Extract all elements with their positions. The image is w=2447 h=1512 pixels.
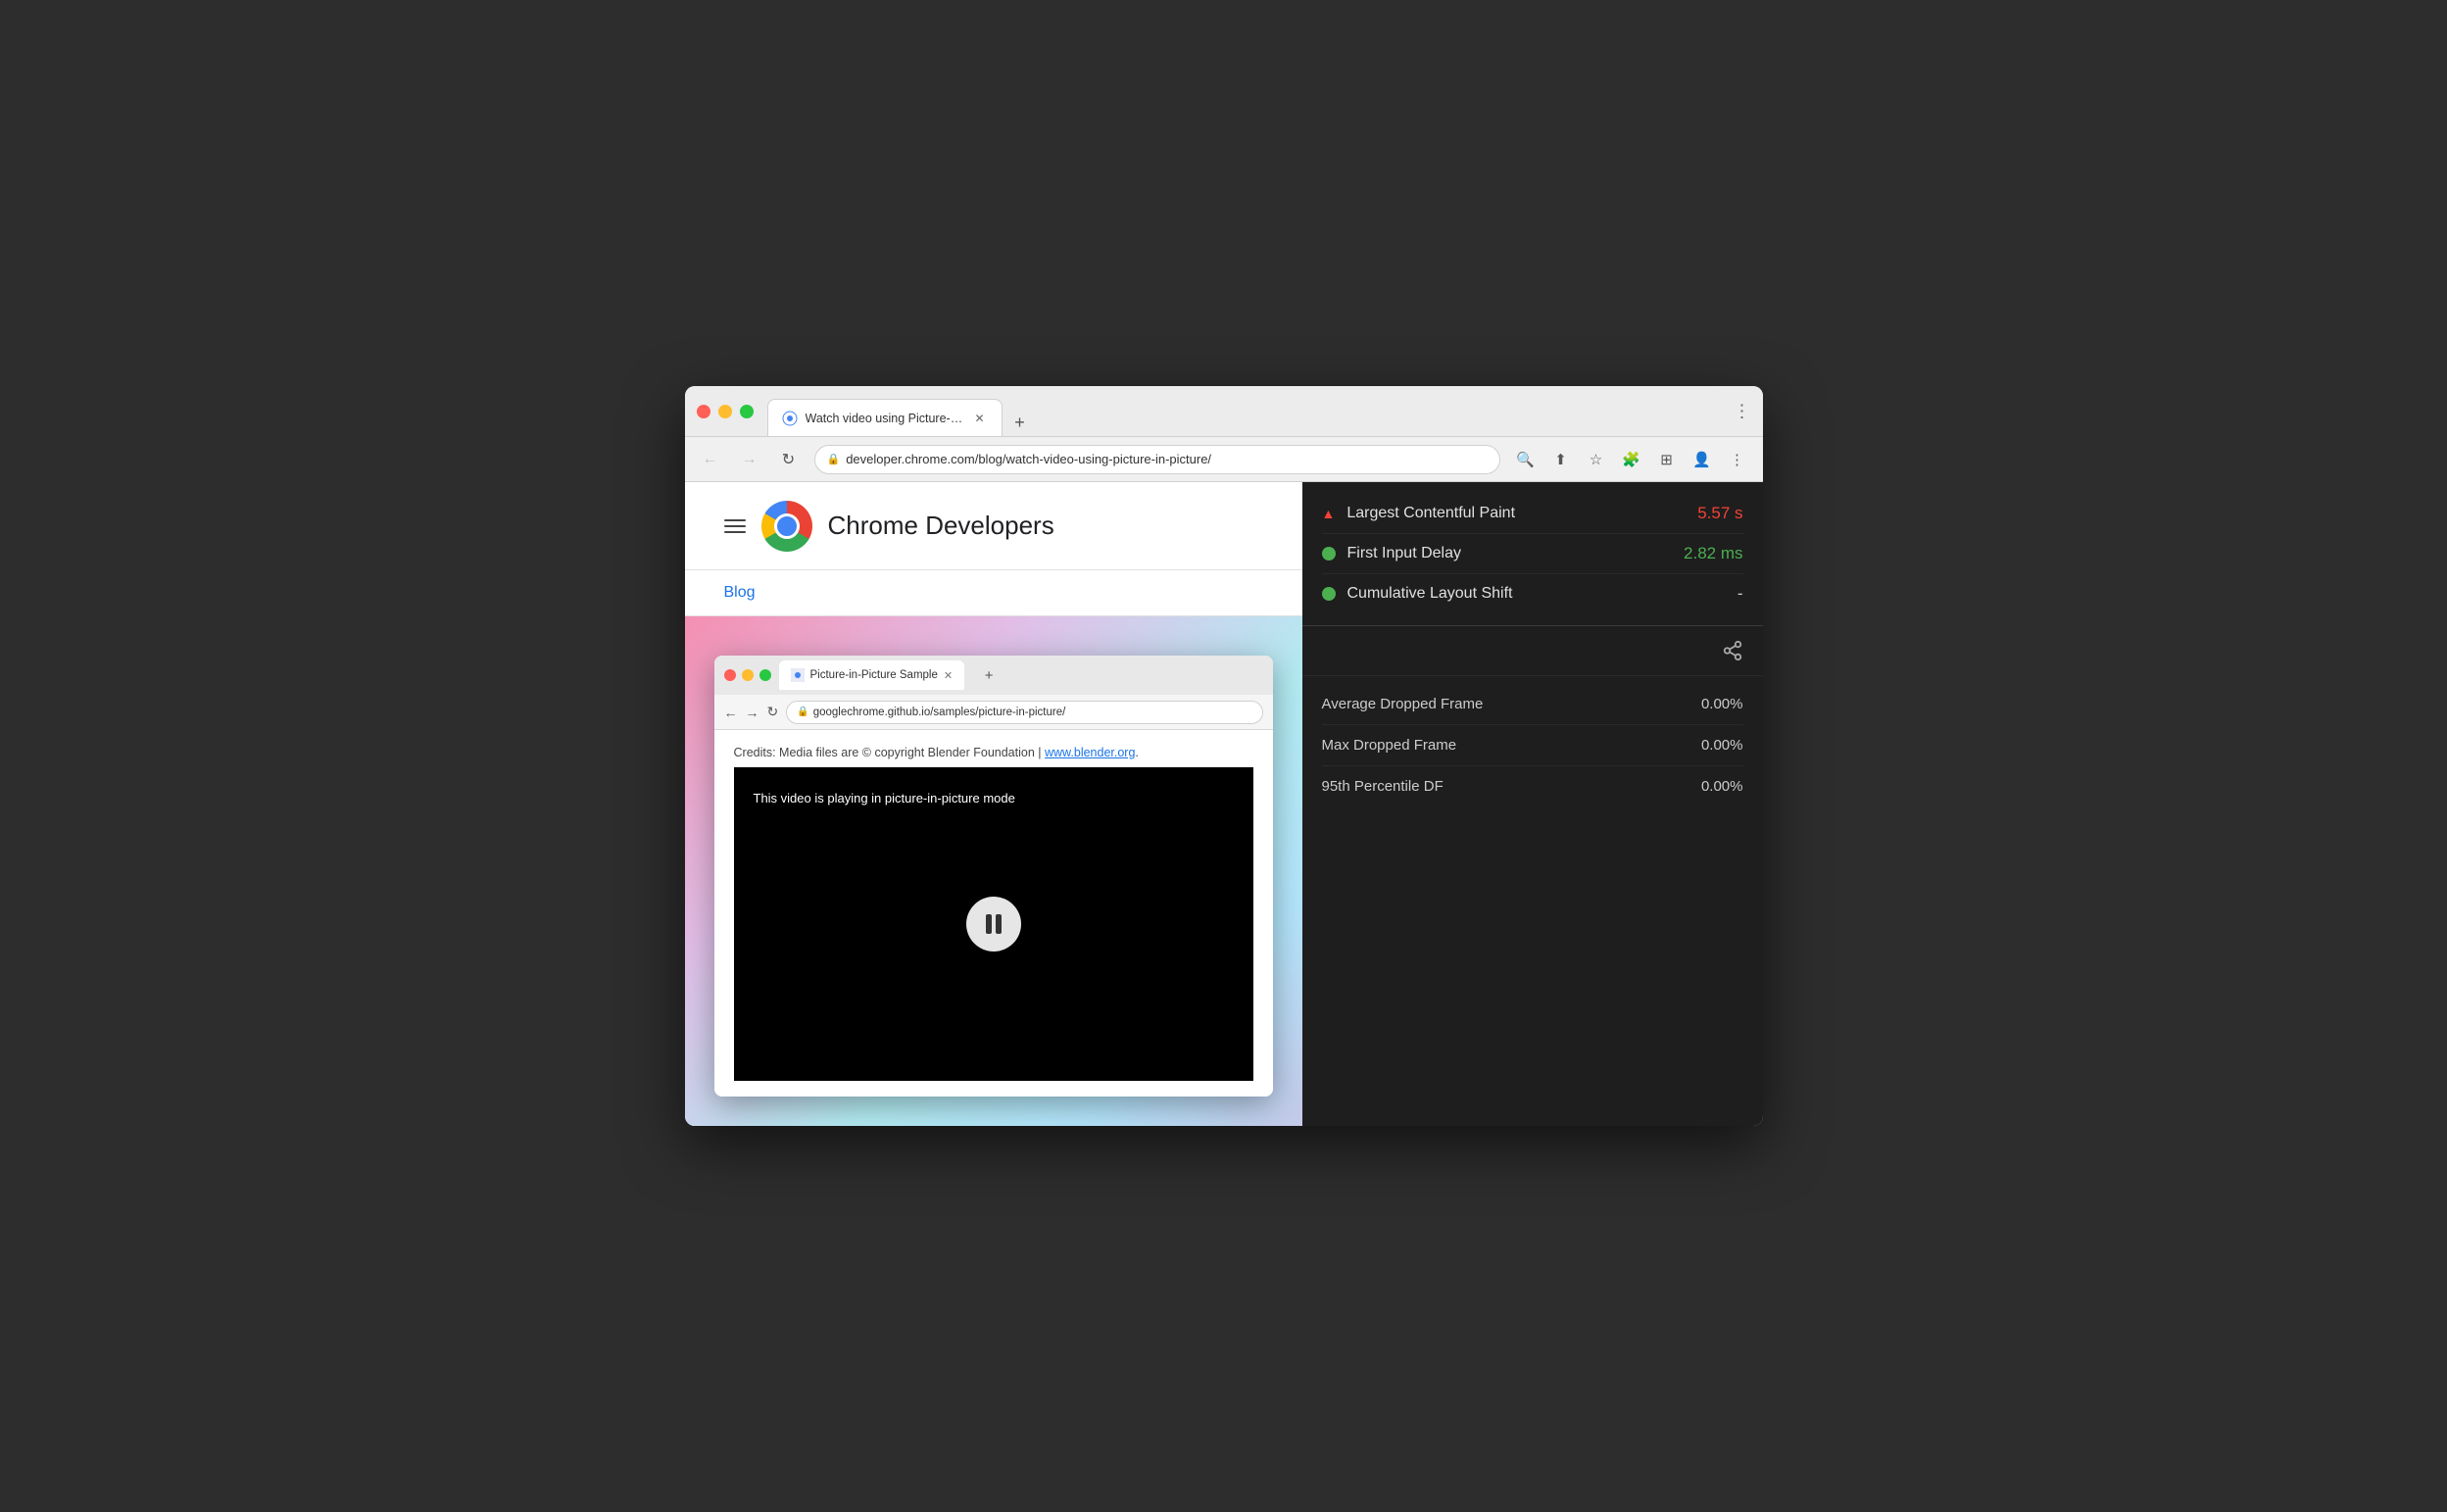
pause-button[interactable] bbox=[966, 897, 1021, 951]
cls-indicator-dot bbox=[1322, 587, 1336, 601]
site-header: Chrome Developers bbox=[685, 482, 1302, 570]
search-icon[interactable]: 🔍 bbox=[1512, 446, 1540, 473]
extensions-icon[interactable]: 🧩 bbox=[1618, 446, 1645, 473]
more-options-icon[interactable]: ⋮ bbox=[1724, 446, 1751, 473]
cls-metric-name: Cumulative Layout Shift bbox=[1347, 585, 1726, 603]
video-caption: This video is playing in picture-in-pict… bbox=[754, 791, 1015, 805]
fid-metric-value: 2.82 ms bbox=[1684, 544, 1742, 563]
site-name: Chrome Developers bbox=[828, 511, 1054, 541]
inner-traffic-lights bbox=[724, 669, 771, 681]
avg-dropped-frame-label: Average Dropped Frame bbox=[1322, 696, 1484, 712]
profile-avatar[interactable]: 👤 bbox=[1688, 446, 1716, 473]
inner-tab-favicon-icon bbox=[791, 668, 805, 682]
close-traffic-light[interactable] bbox=[697, 405, 710, 418]
forward-button[interactable]: → bbox=[736, 446, 763, 473]
sidebar-toggle-icon[interactable]: ⊞ bbox=[1653, 446, 1681, 473]
tab-title: Watch video using Picture-in-P bbox=[806, 412, 964, 425]
blog-link-area: Blog bbox=[685, 570, 1302, 616]
fid-metric-name: First Input Delay bbox=[1347, 545, 1673, 562]
inner-tab-title: Picture-in-Picture Sample bbox=[810, 669, 938, 681]
url-bar[interactable]: 🔒 developer.chrome.com/blog/watch-video-… bbox=[814, 445, 1500, 474]
inner-title-bar: Picture-in-Picture Sample ✕ + bbox=[714, 656, 1273, 695]
inner-lock-icon: 🔒 bbox=[797, 707, 808, 717]
p95-dropped-frame-label: 95th Percentile DF bbox=[1322, 778, 1444, 795]
chrome-logo-icon bbox=[761, 501, 812, 552]
cls-metric-value: - bbox=[1737, 584, 1743, 604]
lcp-warning-icon: ▲ bbox=[1322, 506, 1336, 521]
inner-address-bar: ← → ↻ 🔒 googlechrome.github.io/samples/p… bbox=[714, 695, 1273, 730]
refresh-button[interactable]: ↻ bbox=[775, 446, 803, 473]
hero-area: Picture-in-Picture Sample ✕ + ← → ↻ 🔒 go… bbox=[685, 616, 1302, 1126]
share-icon[interactable]: ⬆ bbox=[1547, 446, 1575, 473]
maximize-traffic-light[interactable] bbox=[740, 405, 754, 418]
address-bar-actions: 🔍 ⬆ ☆ 🧩 ⊞ 👤 ⋮ bbox=[1512, 446, 1751, 473]
url-text: developer.chrome.com/blog/watch-video-us… bbox=[846, 452, 1487, 466]
minimize-traffic-light[interactable] bbox=[718, 405, 732, 418]
inner-credits-text: Credits: Media files are © copyright Ble… bbox=[734, 746, 1253, 759]
lcp-metric-row: ▲ Largest Contentful Paint 5.57 s bbox=[1322, 494, 1743, 534]
avg-dropped-frame-row: Average Dropped Frame 0.00% bbox=[1322, 684, 1743, 725]
tabs-area: Watch video using Picture-in-P ✕ + bbox=[767, 386, 1751, 436]
pause-icon bbox=[986, 914, 1002, 934]
inner-close-light[interactable] bbox=[724, 669, 736, 681]
title-bar-more-button[interactable]: ⋮ bbox=[1734, 401, 1751, 421]
max-dropped-frame-label: Max Dropped Frame bbox=[1322, 737, 1457, 754]
share-icon[interactable] bbox=[1722, 640, 1743, 661]
tab-close-button[interactable]: ✕ bbox=[972, 411, 988, 426]
perf-stats-section: Average Dropped Frame 0.00% Max Dropped … bbox=[1302, 676, 1763, 814]
max-dropped-frame-value: 0.00% bbox=[1701, 737, 1743, 754]
hamburger-menu-button[interactable] bbox=[724, 519, 746, 533]
video-player[interactable]: This video is playing in picture-in-pict… bbox=[734, 767, 1253, 1081]
inner-maximize-light[interactable] bbox=[759, 669, 771, 681]
lcp-metric-value: 5.57 s bbox=[1697, 504, 1742, 523]
inner-url-bar[interactable]: 🔒 googlechrome.github.io/samples/picture… bbox=[786, 701, 1262, 724]
site-content: Chrome Developers Blog bbox=[685, 482, 1302, 1126]
performance-overlay: ▲ Largest Contentful Paint 5.57 s First … bbox=[1302, 482, 1763, 1126]
avg-dropped-frame-value: 0.00% bbox=[1701, 696, 1743, 712]
tab-favicon-icon bbox=[782, 411, 798, 426]
fid-indicator-dot bbox=[1322, 547, 1336, 561]
inner-tab-close-button[interactable]: ✕ bbox=[944, 669, 953, 682]
share-icon-area bbox=[1302, 626, 1763, 676]
p95-dropped-frame-row: 95th Percentile DF 0.00% bbox=[1322, 766, 1743, 806]
back-button[interactable]: ← bbox=[697, 446, 724, 473]
traffic-lights bbox=[697, 405, 754, 418]
lcp-metric-name: Largest Contentful Paint bbox=[1346, 505, 1686, 522]
active-tab[interactable]: Watch video using Picture-in-P ✕ bbox=[767, 399, 1003, 436]
inner-page-content: Credits: Media files are © copyright Ble… bbox=[714, 730, 1273, 1097]
inner-refresh-button[interactable]: ↻ bbox=[767, 704, 779, 720]
inner-url-text: googlechrome.github.io/samples/picture-i… bbox=[813, 707, 1066, 718]
inner-minimize-light[interactable] bbox=[742, 669, 754, 681]
fid-metric-row: First Input Delay 2.82 ms bbox=[1322, 534, 1743, 574]
lock-icon: 🔒 bbox=[827, 453, 841, 465]
inner-back-button[interactable]: ← bbox=[724, 705, 738, 720]
max-dropped-frame-row: Max Dropped Frame 0.00% bbox=[1322, 725, 1743, 766]
perf-metrics-section: ▲ Largest Contentful Paint 5.57 s First … bbox=[1302, 482, 1763, 626]
title-bar: Watch video using Picture-in-P ✕ + ⋮ bbox=[685, 386, 1763, 437]
new-tab-button[interactable]: + bbox=[1006, 409, 1034, 436]
inner-tab[interactable]: Picture-in-Picture Sample ✕ bbox=[779, 660, 965, 690]
inner-forward-button[interactable]: → bbox=[746, 705, 759, 720]
blog-link[interactable]: Blog bbox=[724, 584, 756, 601]
page-area: Chrome Developers Blog bbox=[685, 482, 1763, 1126]
p95-dropped-frame-value: 0.00% bbox=[1701, 778, 1743, 795]
bookmark-icon[interactable]: ☆ bbox=[1583, 446, 1610, 473]
address-bar: ← → ↻ 🔒 developer.chrome.com/blog/watch-… bbox=[685, 437, 1763, 482]
inner-new-tab-button[interactable]: + bbox=[976, 662, 1002, 688]
cls-metric-row: Cumulative Layout Shift - bbox=[1322, 574, 1743, 613]
browser-window: Watch video using Picture-in-P ✕ + ⋮ ← →… bbox=[685, 386, 1763, 1126]
blender-link[interactable]: www.blender.org bbox=[1045, 746, 1135, 759]
inner-browser-window: Picture-in-Picture Sample ✕ + ← → ↻ 🔒 go… bbox=[714, 656, 1273, 1097]
